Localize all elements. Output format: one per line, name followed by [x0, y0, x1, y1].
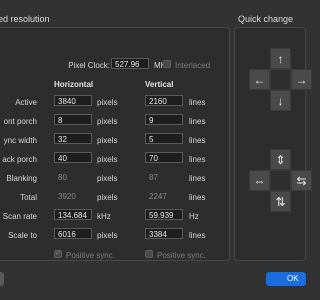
h-positive-sync-label: Positive sync. — [66, 251, 115, 260]
vertical-value-field[interactable]: 9 — [145, 114, 183, 125]
vertical-unit: lines — [189, 174, 206, 183]
horizontal-unit: pixels — [97, 155, 118, 164]
vertical-header: Vertical — [145, 80, 174, 89]
vertical-unit: lines — [189, 98, 206, 107]
vertical-value-field[interactable]: 70 — [145, 152, 183, 163]
vertical-value-field: 2247 — [149, 192, 167, 201]
pixel-clock-label: Pixel Clock: — [68, 61, 110, 70]
vertical-value-field[interactable]: 5 — [145, 133, 183, 144]
horizontal-unit: pixels — [97, 136, 118, 145]
arrow-right-icon[interactable]: → — [291, 69, 312, 90]
horizontal-unit: pixels — [97, 231, 118, 240]
v-positive-sync-checkbox[interactable] — [145, 250, 153, 258]
interlaced-label: Interlaced — [175, 61, 211, 70]
vertical-value-field: 87 — [149, 173, 158, 182]
ok-button[interactable]: OK — [266, 272, 306, 286]
expand-vertical-icon[interactable]: ⇕ — [270, 149, 291, 170]
vertical-unit: Hz — [189, 212, 199, 221]
row-label: Active — [15, 98, 37, 107]
row-label: Total — [20, 193, 37, 202]
horizontal-value-field[interactable]: 6016 — [54, 228, 92, 239]
horizontal-value-field[interactable]: 8 — [54, 114, 92, 125]
scale-center — [270, 170, 291, 191]
move-center — [270, 69, 291, 90]
horizontal-value-field[interactable]: 40 — [54, 152, 92, 163]
horizontal-value-field: 80 — [58, 173, 67, 182]
row-label: ont porch — [3, 117, 37, 126]
horizontal-value-field: 3920 — [58, 192, 76, 201]
shrink-vertical-icon[interactable]: ⇅ — [270, 191, 291, 212]
horizontal-value-field[interactable]: 134.684 — [54, 209, 92, 220]
v-positive-sync-label: Positive sync. — [157, 251, 206, 260]
arrow-left-icon[interactable]: ← — [249, 69, 270, 90]
horizontal-unit: pixels — [97, 193, 118, 202]
horizontal-unit: pixels — [97, 98, 118, 107]
row-label: Scan rate — [2, 212, 37, 221]
row-label: ync width — [3, 136, 37, 145]
horizontal-unit: pixels — [97, 174, 118, 183]
vertical-unit: lines — [189, 155, 206, 164]
row-label: ack porch — [2, 155, 37, 164]
cancel-button[interactable] — [0, 272, 4, 286]
horizontal-unit: kHz — [97, 212, 111, 221]
vertical-unit: lines — [189, 136, 206, 145]
shrink-horizontal-icon[interactable]: ⇆ — [291, 170, 312, 191]
horizontal-value-field[interactable]: 3840 — [54, 95, 92, 106]
section-title: ed resolution — [0, 14, 50, 24]
vertical-unit: lines — [189, 231, 206, 240]
arrow-down-icon[interactable]: ↓ — [270, 90, 291, 111]
horizontal-unit: pixels — [97, 117, 118, 126]
pixel-clock-input[interactable]: 527.96 — [111, 58, 149, 69]
vertical-unit: lines — [189, 117, 206, 126]
vertical-value-field[interactable]: 2160 — [145, 95, 183, 106]
horizontal-header: Horizontal — [54, 80, 94, 89]
arrow-up-icon[interactable]: ↑ — [270, 48, 291, 69]
row-label: Scale to — [8, 231, 37, 240]
vertical-value-field[interactable]: 3384 — [145, 228, 183, 239]
horizontal-value-field[interactable]: 32 — [54, 133, 92, 144]
h-positive-sync-checkbox[interactable]: ✓ — [54, 250, 62, 258]
vertical-unit: lines — [189, 193, 206, 202]
expand-horizontal-icon[interactable]: ⇔ — [249, 170, 270, 191]
interlaced-checkbox[interactable] — [163, 60, 171, 68]
quick-change-title: Quick change — [238, 14, 294, 24]
vertical-value-field[interactable]: 59.939 — [145, 209, 183, 220]
row-label: Blanking — [6, 174, 37, 183]
